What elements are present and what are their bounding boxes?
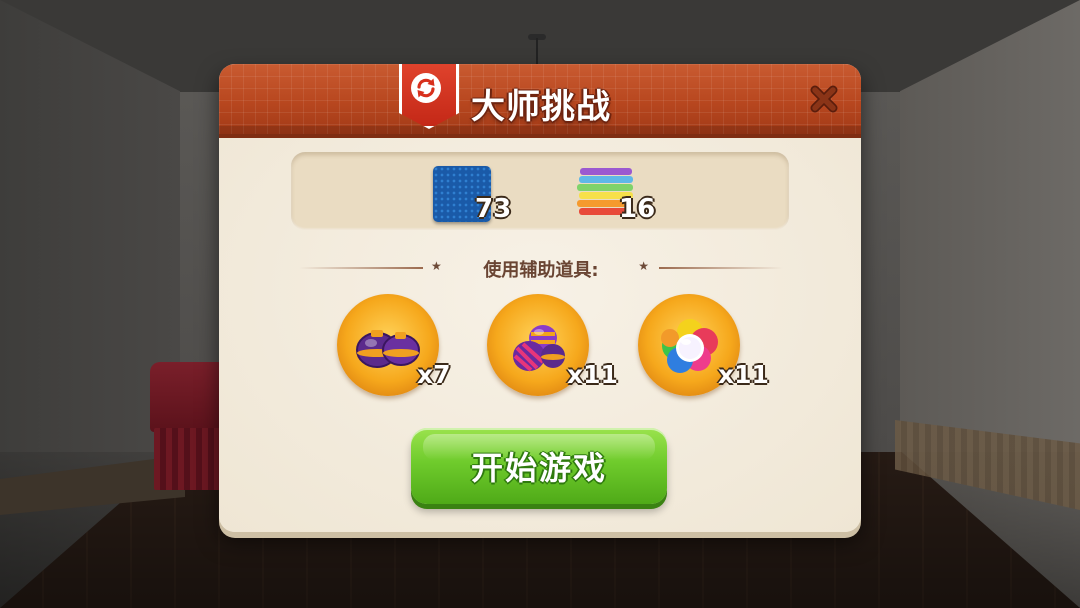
red-armchair xyxy=(150,362,222,494)
close-button[interactable] xyxy=(807,82,841,116)
start-game-button[interactable]: 开始游戏 xyxy=(411,428,667,504)
start-game-label: 开始游戏 xyxy=(470,449,607,487)
striped-candy-icon xyxy=(513,325,565,372)
booster-quantity: x7 xyxy=(417,360,451,389)
target-count: 16 xyxy=(619,194,656,224)
target-towel-stack: 16 xyxy=(577,166,657,224)
target-blue-carpet: 73 xyxy=(433,166,513,224)
booster-rainbow-ball[interactable]: x11 xyxy=(638,294,769,396)
dialog-title: 大师挑战 xyxy=(471,87,611,127)
booster-quantity: x11 xyxy=(718,360,769,389)
master-challenge-dialog: 大师挑战 73 16 ★ ★ 使用辅助道具: x7 x11 x11 开始游戏 xyxy=(219,64,861,532)
boosters-divider: ★ ★ 使用辅助道具: xyxy=(299,259,783,281)
close-icon xyxy=(807,82,841,116)
purple-bombs-icon xyxy=(356,330,420,368)
refresh-icon xyxy=(414,76,438,100)
dialog-badge xyxy=(399,64,459,129)
target-count: 73 xyxy=(475,194,512,224)
booster-striped-candy[interactable]: x11 xyxy=(487,294,618,396)
booster-purple-bombs[interactable]: x7 xyxy=(337,294,451,396)
rainbow-ball-icon xyxy=(661,319,718,373)
boosters-label: 使用辅助道具: xyxy=(483,260,599,281)
targets-panel: 73 16 xyxy=(291,152,789,230)
booster-quantity: x11 xyxy=(567,360,618,389)
